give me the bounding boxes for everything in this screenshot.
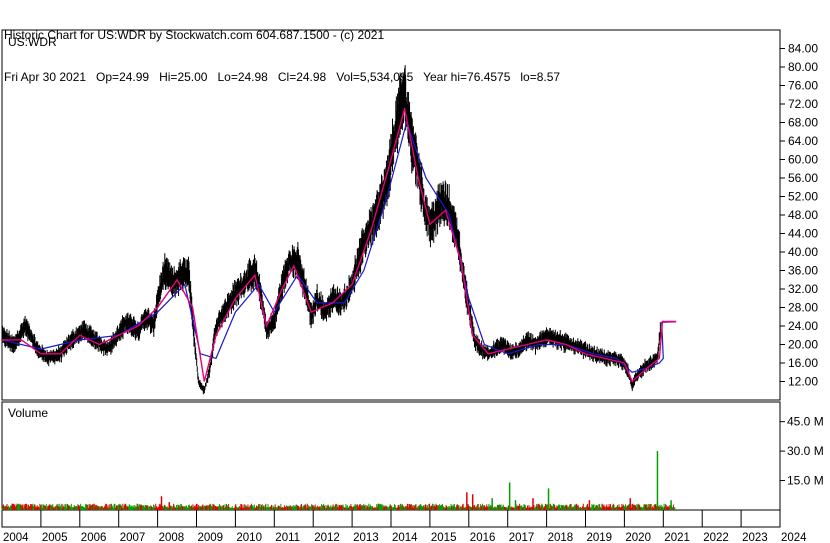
price-y-tick-label: 32.00 [788, 282, 818, 296]
price-y-tick-label: 64.00 [788, 134, 818, 148]
x-tick-label: 2005 [42, 532, 68, 543]
price-y-tick-label: 44.00 [788, 227, 818, 241]
x-tick-label: 2020 [625, 532, 651, 543]
price-y-tick-label: 52.00 [788, 190, 818, 204]
x-tick-label: 2024 [781, 532, 807, 543]
x-tick-label: 2004 [3, 532, 29, 543]
price-y-tick-label: 68.00 [788, 116, 818, 130]
price-y-tick-label: 48.00 [788, 208, 818, 222]
price-y-tick-label: 24.00 [788, 319, 818, 333]
x-tick-label: 2019 [587, 532, 613, 543]
x-tick-label: 2015 [431, 532, 457, 543]
price-panel-title: US:WDR [8, 35, 57, 49]
volume-panel-title: Volume [8, 406, 48, 420]
price-y-tick-label: 76.00 [788, 79, 818, 93]
x-tick-label: 2013 [353, 532, 379, 543]
x-tick-label: 2007 [120, 532, 146, 543]
volume-y-tick-label: 30.0 M [787, 444, 824, 458]
price-y-tick-label: 28.00 [788, 301, 818, 315]
price-y-tick-label: 80.00 [788, 60, 818, 74]
price-y-tick-label: 20.00 [788, 338, 818, 352]
stock-chart: US:WDR Volume 12.00 16.00 20.00 24.00 28.00 32.… [1, 29, 824, 543]
x-tick-label: 2009 [198, 532, 224, 543]
price-y-tick-label: 12.00 [788, 375, 818, 389]
x-tick-label: 2014 [392, 532, 418, 543]
price-y-tick-label: 84.00 [788, 42, 818, 56]
volume-y-tick-label: 15.0 M [787, 474, 824, 488]
x-tick-label: 2021 [664, 532, 690, 543]
x-tick-label: 2011 [275, 532, 300, 543]
x-tick-label: 2023 [742, 532, 768, 543]
price-y-tick-label: 40.00 [788, 245, 818, 259]
x-tick-label: 2012 [314, 532, 340, 543]
volume-panel-frame [1, 401, 781, 511]
price-panel-frame [1, 29, 781, 401]
x-tick-label: 2010 [236, 532, 262, 543]
x-tick-label: 2018 [548, 532, 574, 543]
x-tick-label: 2022 [703, 532, 729, 543]
price-y-tick-label: 72.00 [788, 97, 818, 111]
x-tick-label: 2017 [509, 532, 535, 543]
long-moving-average-line [1, 120, 677, 373]
price-y-tick-label: 60.00 [788, 153, 818, 167]
price-y-tick-label: 36.00 [788, 264, 818, 278]
x-tick-label: 2016 [470, 532, 496, 543]
short-moving-average-line [2, 108, 677, 383]
price-y-tick-label: 56.00 [788, 171, 818, 185]
x-tick-label: 2008 [159, 532, 185, 543]
x-tick-label: 2006 [81, 532, 107, 543]
volume-y-tick-label: 45.0 M [787, 415, 824, 429]
price-y-tick-label: 16.00 [788, 356, 818, 370]
